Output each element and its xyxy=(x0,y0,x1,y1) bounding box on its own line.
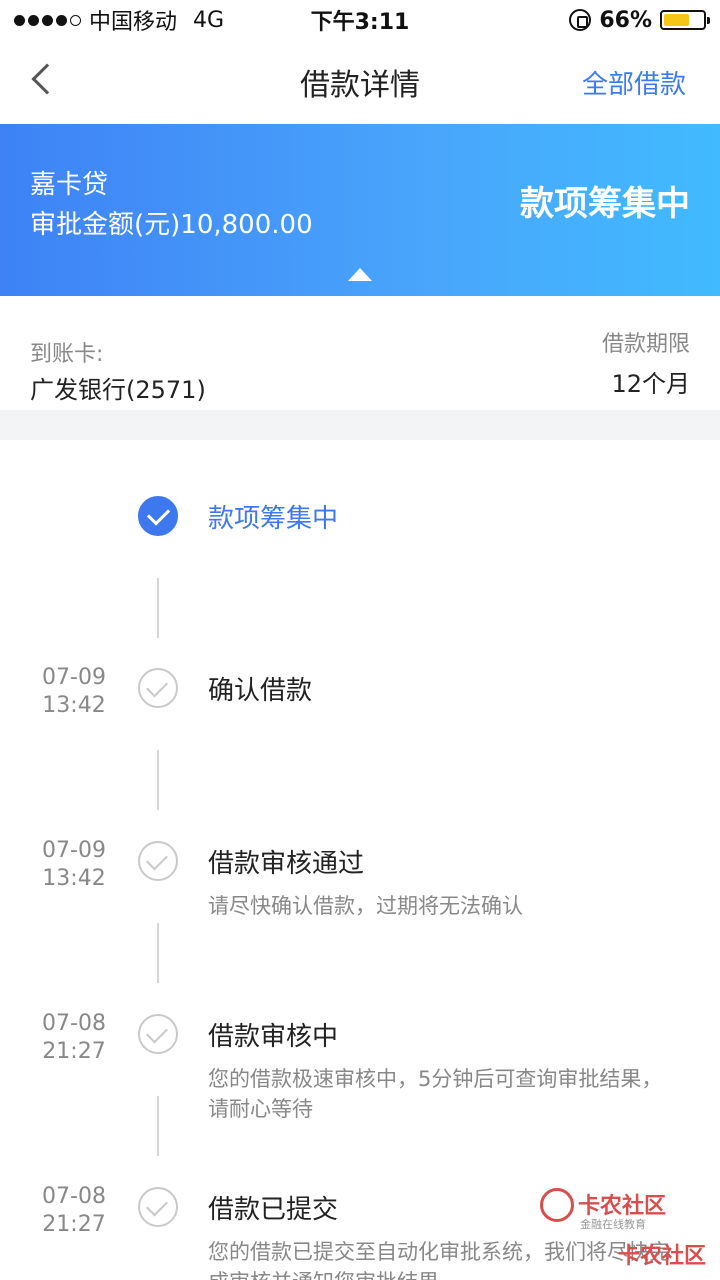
status-right: 66% xyxy=(569,7,710,33)
timeline-connector xyxy=(157,578,159,638)
check-circle-icon xyxy=(138,841,178,881)
status-left: 中国移动 4G xyxy=(14,4,224,36)
page-title: 借款详情 xyxy=(300,68,420,103)
timeline-date: 07-08 xyxy=(42,1011,106,1036)
timeline-date: 07-08 xyxy=(42,1184,106,1209)
timeline-clock: 13:42 xyxy=(42,866,106,891)
timeline-time: 07-09 13:42 xyxy=(24,664,124,720)
timeline-desc: 请尽快确认借款，过期将无法确认 xyxy=(208,894,523,918)
timeline-title: 借款审核通过 xyxy=(208,849,365,879)
caret-up-icon xyxy=(348,268,372,281)
timeline-time: 07-08 21:27 xyxy=(24,1183,124,1239)
timeline-title: 确认借款 xyxy=(208,676,313,706)
timeline-clock: 21:27 xyxy=(42,1039,106,1064)
carrier-label: 中国移动 xyxy=(89,10,178,35)
nav-bar: 借款详情 全部借款 xyxy=(0,40,720,124)
product-name: 嘉卡贷 xyxy=(30,170,109,200)
timeline-item: 07-09 13:42 借款审核通过 请尽快确认借款，过期将无法确认 xyxy=(0,823,720,995)
watermark-logo-icon xyxy=(540,1188,574,1222)
rotation-lock-icon xyxy=(569,9,592,31)
term-label: 借款期限 xyxy=(601,332,690,357)
check-circle-icon xyxy=(138,668,178,708)
battery-icon xyxy=(660,10,710,30)
check-circle-icon xyxy=(138,1187,178,1227)
check-circle-icon xyxy=(138,496,178,536)
status-bar: 中国移动 4G 下午3:11 66% xyxy=(0,0,720,40)
loan-timeline: 款项筹集中 07-09 13:42 确认借款 07-09 13:42 借款审核通… xyxy=(0,440,720,1280)
loan-info-row: 到账卡: 广发银行(2571) 借款期限 12个月 xyxy=(0,296,720,410)
watermark: 卡农社区 金融在线教育 卡农社区 xyxy=(540,1188,720,1280)
timeline-connector xyxy=(157,750,159,810)
network-label: 4G xyxy=(193,7,225,33)
timeline-clock: 21:27 xyxy=(42,1212,106,1237)
timeline-item: 款项筹集中 xyxy=(0,478,720,650)
loan-status: 款项筹集中 xyxy=(520,184,690,224)
battery-percent: 66% xyxy=(599,7,652,33)
timeline-time: 07-08 21:27 xyxy=(24,1010,124,1066)
timeline-date: 07-09 xyxy=(42,665,106,690)
approved-amount: 审批金额(元)10,800.00 xyxy=(30,210,313,240)
card-value: 广发银行(2571) xyxy=(30,376,206,404)
section-divider xyxy=(0,410,720,440)
watermark-brand-2: 卡农社区 xyxy=(618,1244,707,1269)
battery-fill xyxy=(664,14,690,26)
back-arrow-icon[interactable] xyxy=(31,63,63,95)
timeline-time: 07-09 13:42 xyxy=(24,837,124,893)
timeline-connector xyxy=(157,923,159,983)
timeline-item: 07-08 21:27 借款审核中 您的借款极速审核中，5分钟后可查询审批结果，… xyxy=(0,996,720,1168)
timeline-title: 借款审核中 xyxy=(208,1022,339,1052)
card-label: 到账卡: xyxy=(30,342,104,367)
timeline-title: 款项筹集中 xyxy=(208,504,339,534)
timeline-title: 借款已提交 xyxy=(208,1195,339,1225)
loan-summary-banner: 嘉卡贷 审批金额(元)10,800.00 款项筹集中 xyxy=(0,124,720,296)
timeline-clock: 13:42 xyxy=(42,693,106,718)
all-loans-link[interactable]: 全部借款 xyxy=(582,64,686,101)
signal-icon xyxy=(14,14,81,26)
timeline-item: 07-09 13:42 确认借款 xyxy=(0,650,720,822)
timeline-connector xyxy=(157,1096,159,1156)
check-circle-icon xyxy=(138,1014,178,1054)
timeline-date: 07-09 xyxy=(42,838,106,863)
watermark-sub: 金融在线教育 xyxy=(580,1218,646,1231)
timeline-desc: 您的借款极速审核中，5分钟后可查询审批结果，请耐心等待 xyxy=(208,1067,663,1121)
term-value: 12个月 xyxy=(611,370,690,398)
